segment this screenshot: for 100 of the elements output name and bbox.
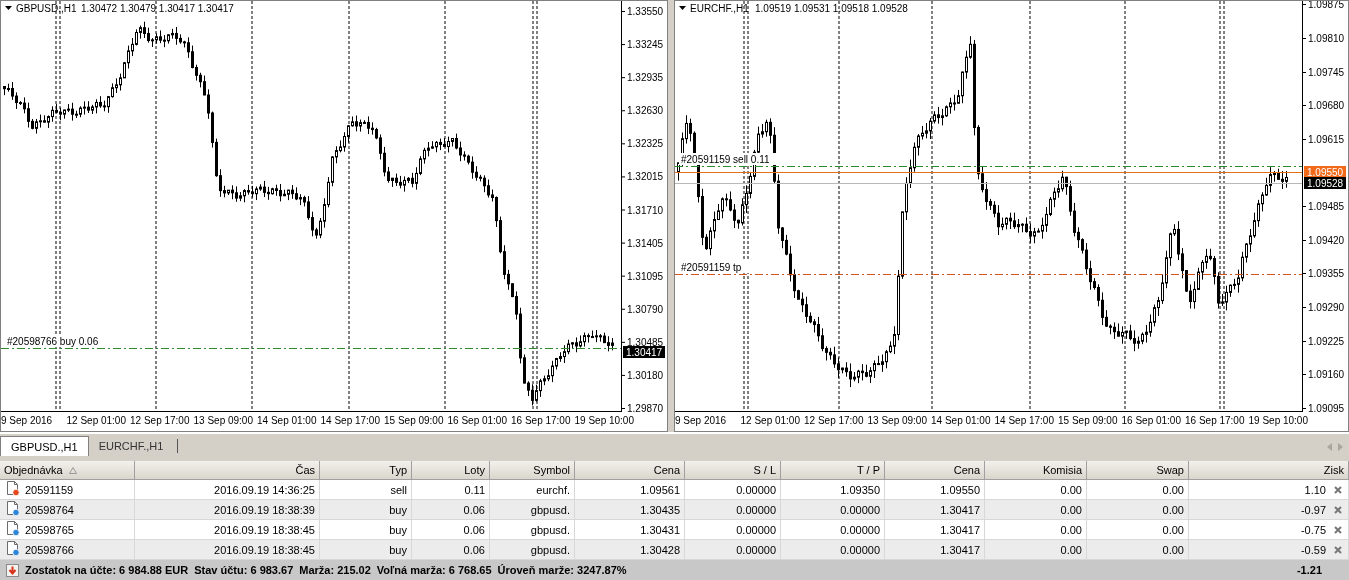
table-cell: 2016.09.19 18:38:45 [135,520,320,540]
chart-symbol: EURCHF.,H1 [690,3,749,14]
account-summary: Voľná marža: 6 768.65 [376,564,492,576]
table-cell: 0.00000 [781,500,885,520]
table-cell: -0.75 [1300,523,1326,536]
table-cell: 2016.09.19 18:38:39 [135,500,320,520]
price-label: 1.31095 [627,270,664,282]
table-cell: 1.09561 [575,480,685,500]
time-label: 9 Sep 2016 [675,415,727,426]
table-cell: 1.09350 [781,480,885,500]
table-cell: 0.00 [985,480,1087,500]
order-label: #20591159 sell 0.11 [681,154,770,165]
time-label: 15 Sep 09:00 [1058,415,1118,426]
table-cell: gbpusd. [490,520,575,540]
price-label: 1.09095 [1308,403,1345,414]
total-profit: -1.21 [1296,564,1323,576]
table-cell: 1.30417 [885,520,985,540]
table-cell: 0.00000 [781,520,885,540]
time-label: 12 Sep 01:00 [740,415,800,426]
column-header[interactable]: S / L [685,461,781,480]
table-cell: 0.00 [985,540,1087,560]
price-label: 1.09615 [1308,134,1345,145]
table-cell: -0.59 [1300,543,1326,556]
order-label: #20591159 tp [681,262,742,273]
table-cell: 0.00 [985,520,1087,540]
table-cell: 1.30417 [885,540,985,560]
table-cell: 0.00 [985,500,1087,520]
time-label: 14 Sep 17:00 [320,415,380,426]
order-label: #20598766 buy 0.06 [7,336,99,347]
column-header[interactable]: Komisia [985,461,1087,480]
price-label: 1.31405 [627,237,664,249]
table-cell: 0.00000 [685,520,781,540]
table-cell: 0.06 [412,540,490,560]
table-cell: 1.09550 [885,480,985,500]
table-cell: buy [320,520,412,540]
table-cell: 0.00000 [781,540,885,560]
chart-symbol: GBPUSD.,H1 [16,3,77,14]
chart-tab[interactable]: GBPUSD.,H1 [0,436,89,456]
table-cell: 0.00 [1087,540,1189,560]
account-summary: Stav účtu: 6 983.67 [194,564,294,576]
table-cell: gbpusd. [490,500,575,520]
column-header[interactable]: Cena [575,461,685,480]
time-label: 16 Sep 17:00 [511,415,571,426]
price-label: 1.33245 [627,39,664,51]
table-cell: 20591159 [25,483,74,496]
column-header[interactable]: Čas [135,461,320,480]
column-header[interactable]: Zisk [1189,461,1349,480]
table-cell: eurchf. [490,480,575,500]
price-label: 1.30485 [627,336,664,348]
time-label: 13 Sep 09:00 [193,415,253,426]
table-cell: 20598766 [25,543,74,556]
price-label: 1.32015 [627,171,664,183]
time-label: 9 Sep 2016 [1,415,53,426]
column-header[interactable]: Symbol [490,461,575,480]
account-summary: Úroveň marže: 3247.87% [497,564,627,576]
table-cell: 0.00 [1087,480,1189,500]
table-cell: 0.00 [1087,520,1189,540]
table-cell: sell [320,480,412,500]
table-cell: -0.97 [1300,503,1326,516]
table-cell: gbpusd. [490,540,575,560]
table-cell: 0.06 [412,500,490,520]
price-label: 1.09745 [1308,67,1345,78]
column-header[interactable]: Typ [320,461,412,480]
time-label: 19 Sep 10:00 [574,415,634,426]
column-header[interactable]: Swap [1087,461,1189,480]
time-label: 16 Sep 01:00 [1121,415,1181,426]
close-icon[interactable] [1334,545,1342,554]
time-label: 12 Sep 01:00 [66,415,126,426]
ohlc-values: 1.30472 1.30479 1.30417 1.30417 [81,3,234,14]
price-label: 1.31710 [627,204,664,216]
table-cell: 0.06 [412,520,490,540]
price-label: 1.32935 [627,72,664,84]
close-icon[interactable] [1334,505,1342,514]
table-cell: 0.11 [412,480,490,500]
table-cell: 0.00000 [685,480,781,500]
account-summary: Marža: 215.02 [299,564,371,576]
price-label: 1.09420 [1308,235,1345,246]
price-label: 1.32325 [627,138,664,150]
chart-tab[interactable]: EURCHF.,H1 [88,436,174,456]
table-cell: 1.30435 [575,500,685,520]
time-label: 15 Sep 09:00 [384,415,444,426]
column-header[interactable]: Objednávka [0,461,135,480]
close-icon[interactable] [1334,485,1342,494]
price-label: 1.09290 [1308,302,1345,313]
price-tag: 1.30417 [623,346,665,358]
price-label: 1.29870 [627,403,664,414]
column-header[interactable]: Loty [412,461,490,480]
table-cell: 20598765 [25,523,74,536]
price-label: 1.30180 [627,369,664,381]
column-header[interactable]: Cena [885,461,985,480]
close-icon[interactable] [1334,525,1342,534]
collapse-triangle-icon[interactable] [5,6,12,10]
time-label: 16 Sep 17:00 [1185,415,1245,426]
price-label: 1.09225 [1308,336,1345,347]
price-label: 1.09875 [1308,1,1345,10]
column-header[interactable]: T / P [781,461,885,480]
table-cell: 1.30431 [575,520,685,540]
collapse-triangle-icon[interactable] [679,6,686,10]
table-cell: 0.00000 [685,500,781,520]
table-cell: 1.10 [1304,483,1326,496]
